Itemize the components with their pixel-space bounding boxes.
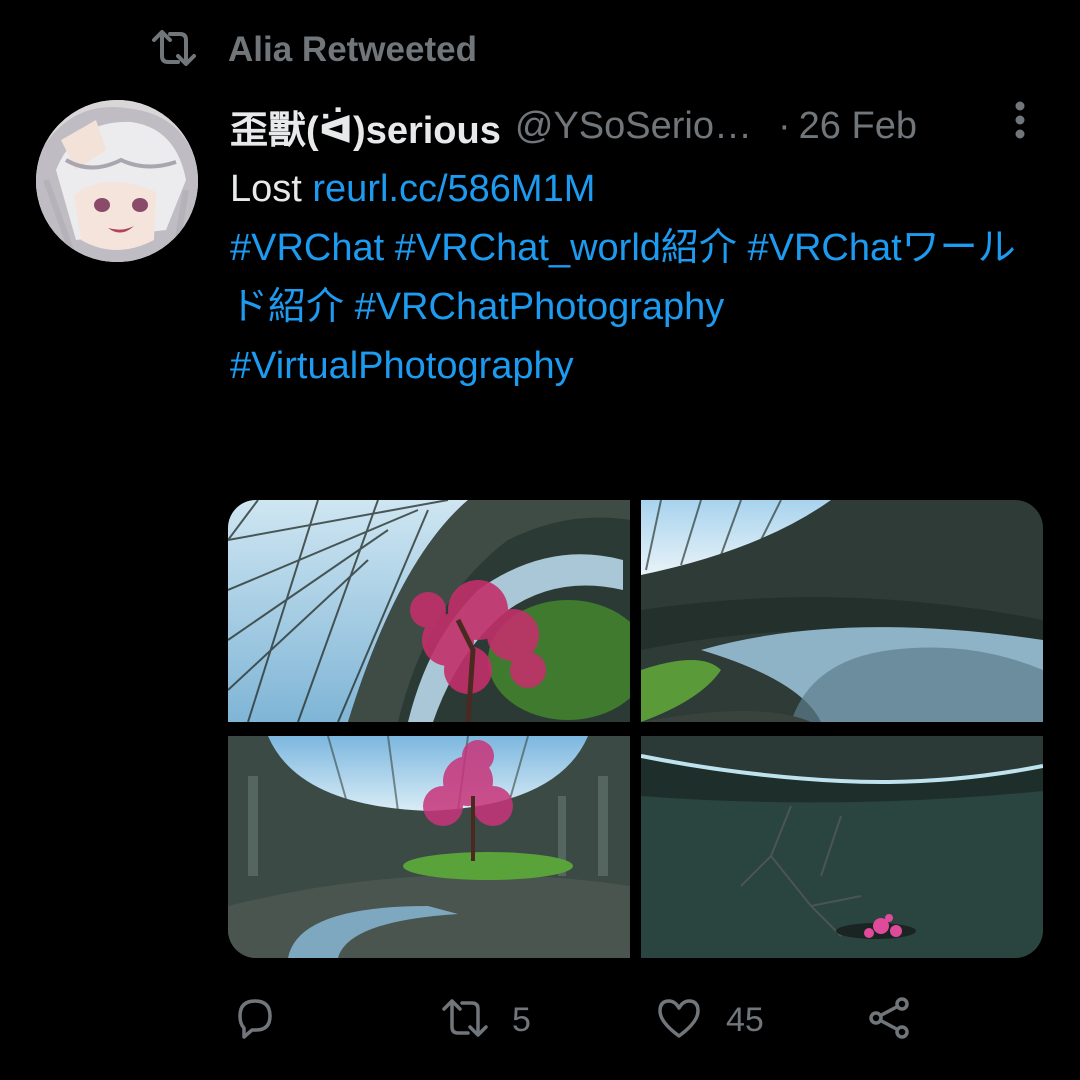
retweet-context[interactable]: Alia Retweeted (150, 28, 477, 73)
media-image-3[interactable] (228, 736, 630, 958)
hashtag[interactable]: #VRChat_world紹介 (395, 227, 737, 269)
header-separator: · (778, 104, 791, 147)
retweet-icon (440, 993, 490, 1048)
share-button[interactable] (864, 992, 914, 1048)
author-handle[interactable]: @YSoSerio… (515, 105, 752, 148)
action-bar: 5 45 (230, 992, 1050, 1048)
avatar[interactable] (36, 100, 198, 262)
heart-icon (654, 993, 704, 1048)
hashtag[interactable]: #VRChatPhotography (355, 286, 725, 328)
like-count: 45 (726, 1000, 764, 1039)
retweet-label: Alia Retweeted (228, 30, 477, 69)
tweet-date[interactable]: 26 Feb (799, 105, 917, 148)
reply-icon (230, 993, 280, 1048)
media-grid (228, 500, 1043, 958)
retweet-button[interactable]: 5 (440, 992, 531, 1048)
more-options-icon[interactable] (1004, 100, 1036, 144)
media-image-1[interactable] (228, 500, 630, 722)
tweet-text-lead: Lost (230, 168, 313, 210)
reply-button[interactable] (230, 992, 280, 1048)
media-image-4[interactable] (641, 736, 1043, 958)
like-button[interactable]: 45 (654, 992, 764, 1048)
retweet-count: 5 (512, 1000, 531, 1039)
tweet-header: 歪獸(ᐛ)serious @YSoSerio… · 26 Feb (230, 100, 1050, 152)
retweet-icon (150, 28, 198, 73)
hashtag[interactable]: #VirtualPhotography (230, 345, 574, 387)
tweet-text: Lost reurl.cc/586M1M #VRChat #VRChat_wor… (230, 160, 1040, 396)
share-icon (864, 993, 914, 1048)
tweet-link[interactable]: reurl.cc/586M1M (312, 168, 595, 210)
author-display-name[interactable]: 歪獸(ᐛ)serious (230, 99, 501, 154)
media-image-2[interactable] (641, 500, 1043, 722)
hashtag[interactable]: #VRChat (230, 227, 384, 269)
